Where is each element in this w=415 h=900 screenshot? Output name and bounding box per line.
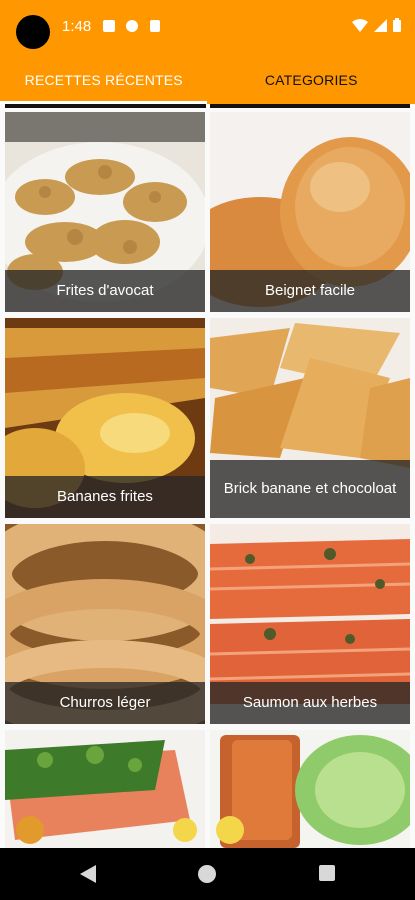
- battery-icon: [393, 18, 401, 32]
- status-bar: 1:48: [0, 0, 415, 56]
- notification-icon: [126, 20, 138, 32]
- recipe-card[interactable]: Bananes frites: [5, 318, 205, 518]
- recipe-grid: Frites d'avocat Beignet facile Bananes f…: [5, 112, 410, 848]
- recipe-title: Beignet facile: [210, 270, 410, 312]
- sim-icon: [150, 20, 160, 32]
- recipe-title: Saumon aux herbes: [210, 682, 410, 724]
- recipe-title: Frites d'avocat: [5, 270, 205, 312]
- avatar: [16, 15, 50, 49]
- recipe-image: [5, 730, 205, 848]
- recipe-card[interactable]: Beignet facile: [210, 112, 410, 312]
- back-icon[interactable]: [80, 865, 96, 883]
- status-icons: [352, 18, 401, 32]
- recipe-card[interactable]: Saumon aux herbes: [210, 524, 410, 724]
- recipe-card[interactable]: Brick banane et chocoloat: [210, 318, 410, 518]
- recipe-image: [210, 730, 410, 848]
- recipe-title: Bananes frites: [5, 476, 205, 518]
- recents-icon[interactable]: [319, 865, 335, 881]
- divider: [210, 104, 410, 108]
- home-icon[interactable]: [198, 865, 216, 883]
- tab-bar: RECETTES RÉCENTES CATEGORIES: [0, 56, 415, 104]
- tab-recettes-recentes[interactable]: RECETTES RÉCENTES: [0, 56, 208, 104]
- notification-icon: [103, 20, 115, 32]
- recipe-card[interactable]: Churros léger: [5, 524, 205, 724]
- status-time: 1:48: [62, 18, 92, 35]
- divider: [5, 104, 206, 108]
- recipe-card[interactable]: [5, 730, 205, 848]
- recipe-card[interactable]: [210, 730, 410, 848]
- app-root: 1:48 RECETTES RÉCENTES CATEGORIES Frites…: [0, 0, 415, 900]
- signal-icon: [374, 18, 387, 32]
- recipe-card[interactable]: Frites d'avocat: [5, 112, 205, 312]
- wifi-icon: [352, 18, 368, 32]
- system-nav-bar: [0, 848, 415, 900]
- recipe-title: Brick banane et chocoloat: [210, 460, 410, 518]
- recipe-title: Churros léger: [5, 682, 205, 724]
- tab-categories[interactable]: CATEGORIES: [208, 56, 415, 104]
